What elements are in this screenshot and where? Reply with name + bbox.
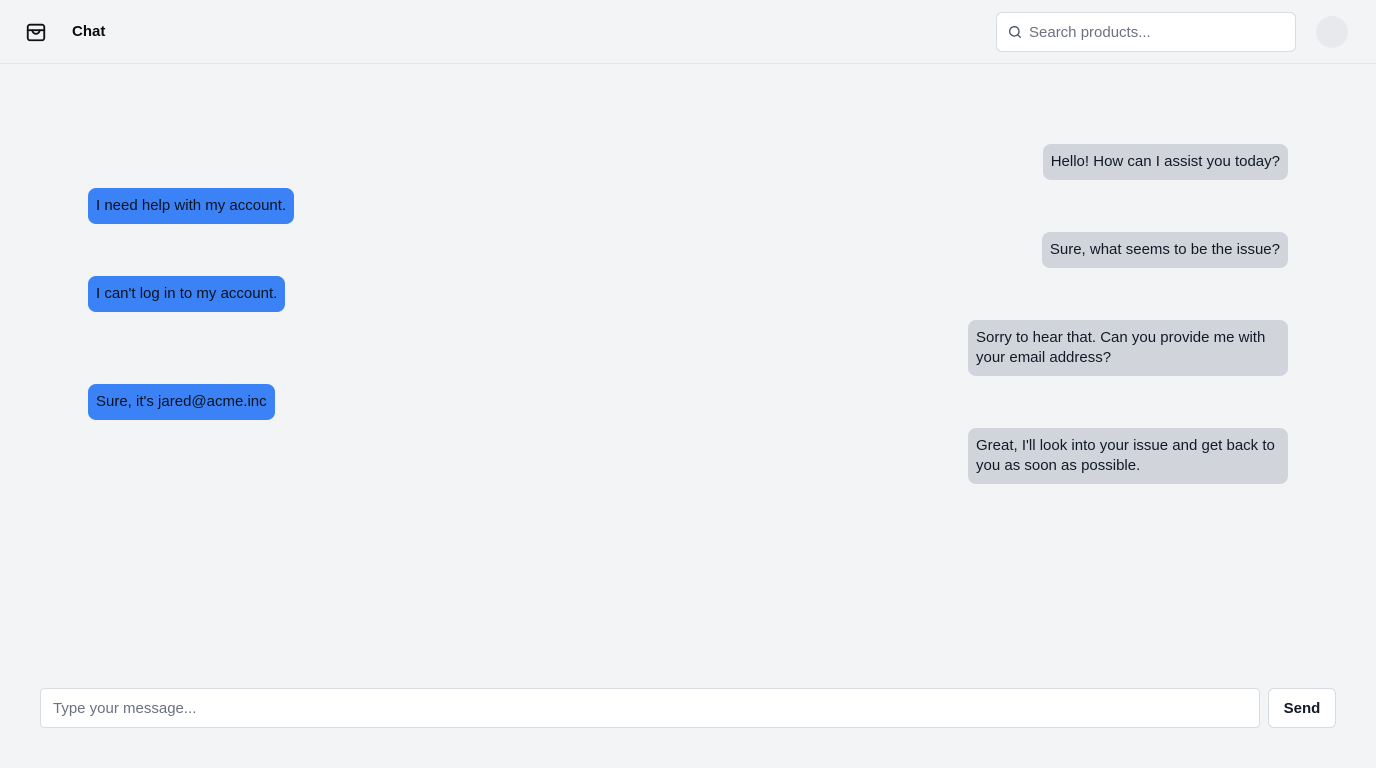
- user-message: I can't log in to my account.: [88, 276, 286, 312]
- package-icon[interactable]: [24, 20, 48, 44]
- agent-message: Sorry to hear that. Can you provide me w…: [968, 320, 1288, 376]
- agent-message: Great, I'll look into your issue and get…: [968, 428, 1288, 484]
- agent-message: Hello! How can I assist you today?: [1042, 144, 1288, 180]
- page-title: Chat: [72, 23, 106, 40]
- search-icon: [1007, 24, 1023, 40]
- send-button[interactable]: Send: [1268, 688, 1336, 728]
- agent-message: Sure, what seems to be the issue?: [1041, 232, 1288, 268]
- search-box[interactable]: [996, 12, 1296, 52]
- message-input[interactable]: [40, 688, 1260, 728]
- user-message: Sure, it's jared@acme.inc: [88, 384, 275, 420]
- avatar[interactable]: [1316, 16, 1348, 48]
- header: Chat: [0, 0, 1376, 64]
- message-list: Hello! How can I assist you today? I nee…: [0, 64, 1376, 674]
- user-message: I need help with my account.: [88, 188, 295, 224]
- search-input[interactable]: [1029, 13, 1289, 51]
